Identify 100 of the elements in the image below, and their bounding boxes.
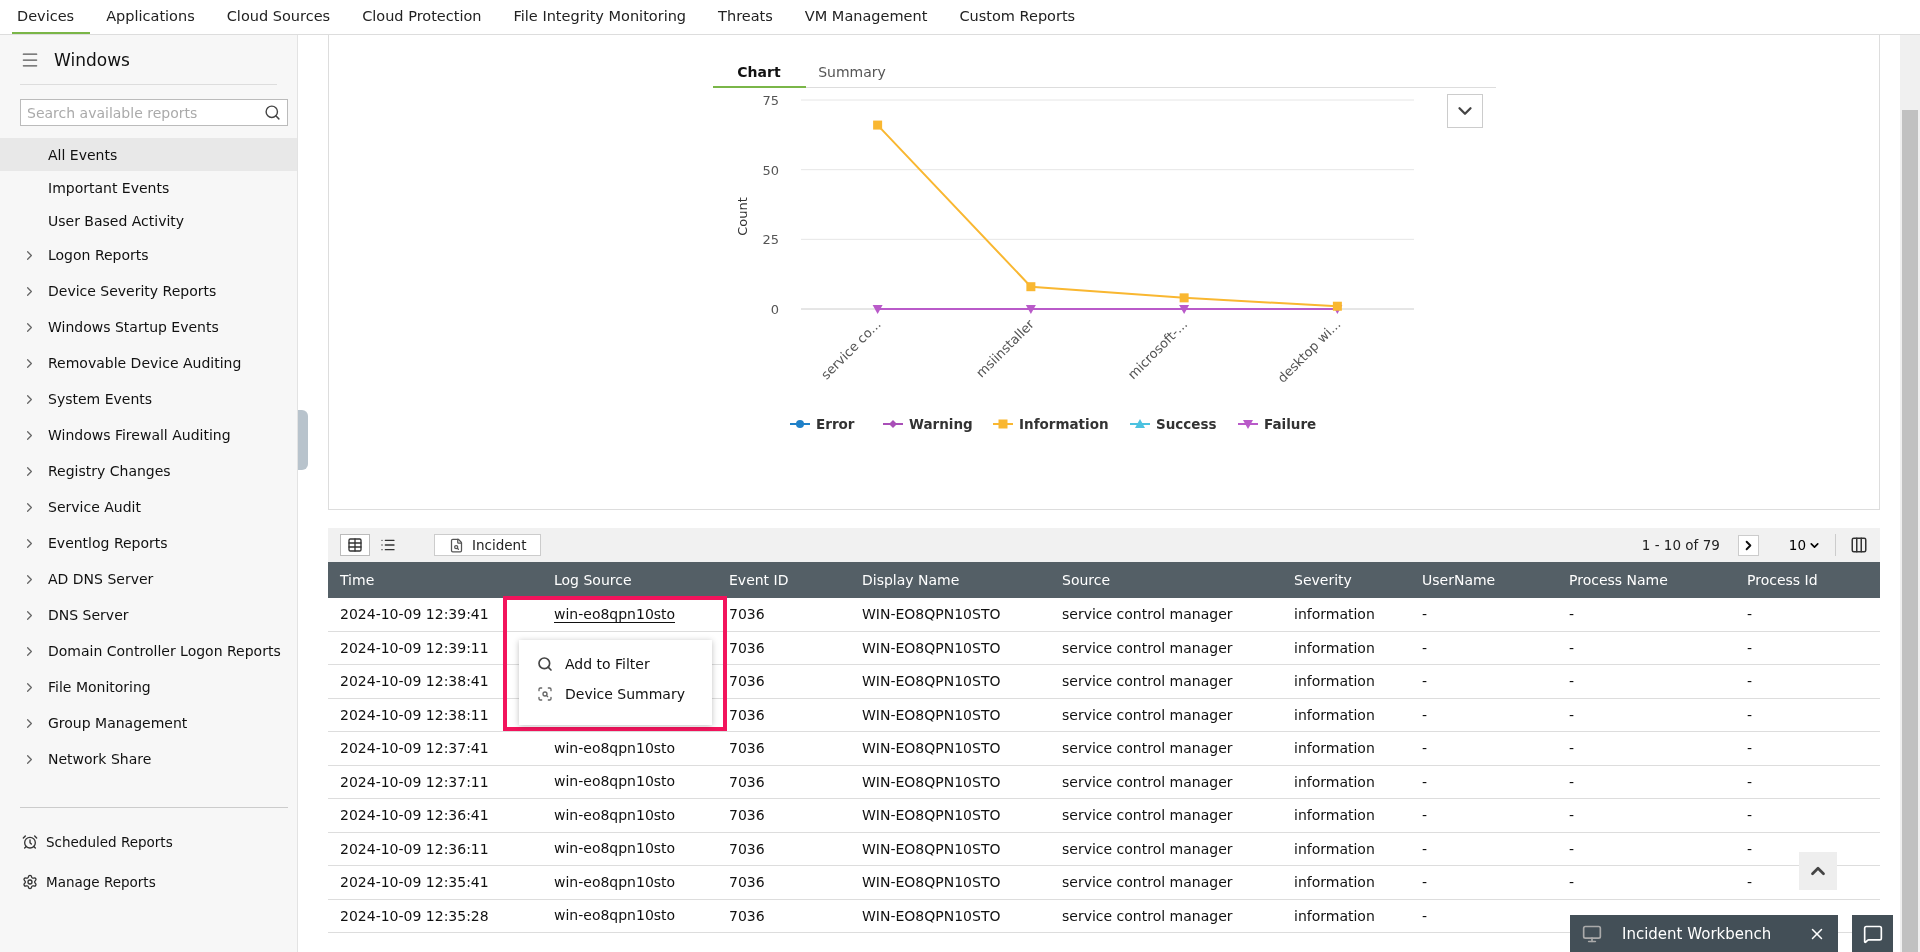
pagination-info: 1 - 10 of 79: [1641, 537, 1720, 553]
data-point: [872, 120, 882, 130]
legend-marker-icon: [1128, 419, 1151, 428]
legend-label[interactable]: Error: [815, 416, 854, 432]
legend-label[interactable]: Information: [1018, 416, 1109, 432]
column-header[interactable]: Severity: [1282, 562, 1410, 598]
table-cell: information: [1282, 732, 1410, 766]
legend-label[interactable]: Warning: [908, 416, 973, 432]
table-cell: -: [1410, 665, 1557, 699]
log-source-link[interactable]: win-eo8qpn10sto: [554, 907, 676, 925]
sidebar-item[interactable]: Registry Changes: [0, 453, 297, 489]
table-cell: information: [1282, 765, 1410, 799]
axis-tick-label: 25: [761, 232, 779, 248]
dropdown-button[interactable]: [1446, 94, 1483, 128]
columns-icon: [1850, 536, 1868, 554]
log-source-link[interactable]: win-eo8qpn10sto: [554, 773, 676, 791]
sidebar-item[interactable]: User Based Activity: [0, 204, 297, 237]
column-header[interactable]: Process Name: [1557, 562, 1735, 598]
chart-tab[interactable]: Chart: [712, 57, 806, 88]
sidebar-item[interactable]: Windows Startup Events: [0, 309, 297, 345]
table-cell: -: [1410, 698, 1557, 732]
sidebar-item[interactable]: File Monitoring: [0, 669, 297, 705]
sidebar-item[interactable]: Network Share: [0, 741, 297, 777]
log-source-link[interactable]: win-eo8qpn10sto: [554, 806, 676, 824]
table-cell: 7036: [717, 832, 850, 866]
legend-marker-icon: [991, 419, 1014, 429]
table-cell: WIN-EO8QPN10STO: [850, 832, 1050, 866]
column-header[interactable]: Event ID: [717, 562, 850, 598]
table-cell: information: [1282, 698, 1410, 732]
chart-tab[interactable]: Summary: [805, 57, 899, 88]
nav-tab[interactable]: Cloud Sources: [210, 0, 347, 34]
table-cell: service control manager: [1050, 866, 1282, 900]
log-source-link[interactable]: win-eo8qpn10sto: [554, 605, 676, 623]
log-source-link[interactable]: win-eo8qpn10sto: [554, 873, 676, 891]
sidebar-item[interactable]: AD DNS Server: [0, 561, 297, 597]
log-source-link[interactable]: win-eo8qpn10sto: [554, 840, 676, 858]
nav-tab[interactable]: Custom Reports: [943, 0, 1092, 34]
sidebar-item[interactable]: System Events: [0, 381, 297, 417]
sidebar-item[interactable]: Device Severity Reports: [0, 273, 297, 309]
table-cell: WIN-EO8QPN10STO: [850, 698, 1050, 732]
incident-workbench-bar[interactable]: Incident Workbench: [1570, 915, 1838, 952]
table-cell: information: [1282, 799, 1410, 833]
alarm-clock-icon: [22, 834, 38, 850]
table-cell: WIN-EO8QPN10STO: [850, 866, 1050, 900]
scrollbar-thumb[interactable]: [1902, 110, 1918, 952]
sidebar-item[interactable]: Eventlog Reports: [0, 525, 297, 561]
table-cell: service control manager: [1050, 832, 1282, 866]
axis-tick-label: 50: [761, 162, 779, 178]
next-page-button[interactable]: [1737, 534, 1759, 556]
table-cell: 2024-10-09 12:37:11: [328, 765, 542, 799]
table-cell: service control manager: [1050, 765, 1282, 799]
sidebar-item[interactable]: Domain Controller Logon Reports: [0, 633, 297, 669]
sidebar-item[interactable]: Service Audit: [0, 489, 297, 525]
search-icon: [537, 656, 553, 672]
table-cell: -: [1557, 866, 1735, 900]
chat-button[interactable]: [1852, 915, 1893, 952]
data-point: [1332, 301, 1342, 311]
legend-label[interactable]: Failure: [1263, 416, 1316, 432]
column-header[interactable]: UserName: [1410, 562, 1557, 598]
table-cell: -: [1735, 732, 1880, 766]
sidebar-item[interactable]: Logon Reports: [0, 237, 297, 273]
table-cell: 7036: [717, 631, 850, 665]
axis-tick-label: 75: [761, 93, 779, 108]
table-cell: service control manager: [1050, 631, 1282, 665]
page-size-dropdown[interactable]: 10: [1782, 534, 1836, 556]
incident-button[interactable]: Incident: [434, 534, 542, 556]
legend-marker-icon: [1236, 420, 1259, 429]
nav-tab[interactable]: File Integrity Monitoring: [497, 0, 703, 34]
nav-tab[interactable]: Cloud Protection: [346, 0, 498, 34]
column-header[interactable]: Time: [328, 562, 542, 598]
legend-label[interactable]: Success: [1155, 416, 1217, 432]
sidebar-item[interactable]: DNS Server: [0, 597, 297, 633]
nav-tab[interactable]: Applications: [90, 0, 211, 34]
sidebar-item[interactable]: Group Management: [0, 705, 297, 741]
sidebar-link[interactable]: Scheduled Reports: [0, 822, 297, 862]
table-cell: -: [1557, 832, 1735, 866]
column-header[interactable]: Display Name: [850, 562, 1050, 598]
scroll-to-top-button[interactable]: [1799, 852, 1837, 890]
log-source-link[interactable]: win-eo8qpn10sto: [554, 739, 676, 757]
sidebar-item[interactable]: Important Events: [0, 171, 297, 204]
nav-tab[interactable]: Threats: [702, 0, 789, 34]
table-cell: information: [1282, 598, 1410, 632]
column-header[interactable]: Log Source: [542, 562, 717, 598]
sidebar-item[interactable]: Removable Device Auditing: [0, 345, 297, 381]
search-field[interactable]: Search available reports: [20, 99, 288, 126]
table-cell: WIN-EO8QPN10STO: [850, 899, 1050, 933]
search-icon[interactable]: [264, 104, 281, 121]
columns-button[interactable]: [1850, 536, 1868, 554]
sidebar-item[interactable]: Windows Firewall Auditing: [0, 417, 297, 453]
data-point: [872, 305, 883, 314]
sidebar-item[interactable]: All Events: [0, 138, 297, 171]
table-cell: information: [1282, 832, 1410, 866]
column-header[interactable]: Source: [1050, 562, 1282, 598]
sidebar-link[interactable]: Manage Reports: [0, 862, 297, 902]
column-header[interactable]: Process Id: [1735, 562, 1880, 598]
nav-tab[interactable]: VM Management: [788, 0, 944, 34]
table-cell: service control manager: [1050, 665, 1282, 699]
collapse-handle[interactable]: [298, 410, 308, 470]
grid-view-button[interactable]: [340, 534, 370, 556]
table-cell: 2024-10-09 12:36:11: [328, 832, 542, 866]
